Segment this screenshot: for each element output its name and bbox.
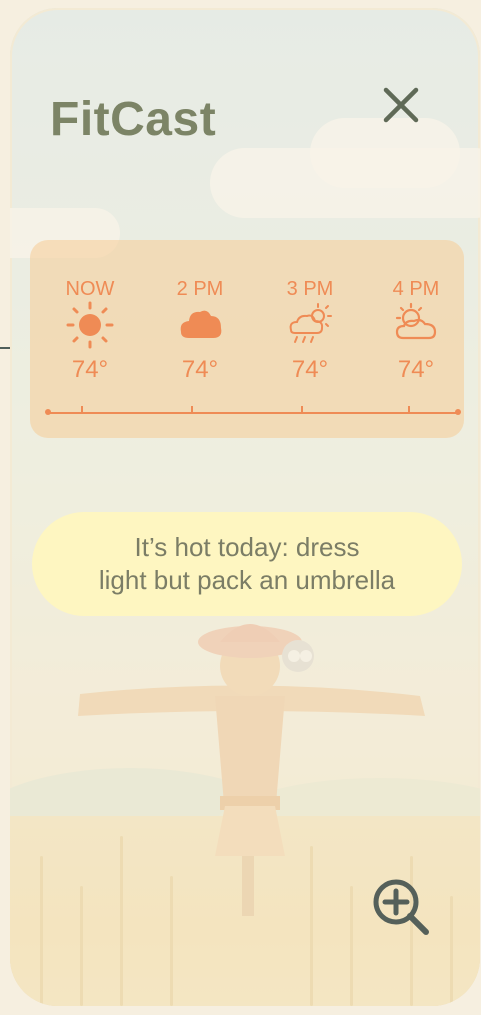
hour-label: 3 PM (286, 278, 334, 300)
partly-cloudy-icon (395, 302, 437, 340)
tip-line-2: light but pack an umbrella (98, 565, 396, 595)
hour-temp: 74° (397, 356, 435, 383)
hour-temp: 74° (291, 356, 329, 383)
hour-label: 4 PM (392, 278, 440, 300)
zoom-button[interactable] (370, 876, 434, 940)
hour-temp: 74° (71, 356, 109, 383)
forecast-timeline (45, 406, 461, 415)
app-title: FitCast (50, 93, 217, 146)
close-icon (383, 87, 419, 123)
sun-icon (66, 301, 114, 349)
outfit-tip-bubble: It’s hot today: dress light but pack an … (32, 512, 462, 616)
cloud-icon (180, 310, 222, 338)
close-button[interactable] (378, 82, 424, 128)
phone-screen: FitCast NOW 74° 2 PM 74° 3 PM 74° 4 PM 7… (10, 8, 480, 1006)
hour-label: NOW (65, 278, 115, 300)
hourly-forecast-card: NOW 74° 2 PM 74° 3 PM 74° 4 PM 74° (30, 240, 464, 438)
zoom-in-icon (373, 879, 429, 935)
hour-temp: 74° (181, 356, 219, 383)
hour-label: 2 PM (176, 278, 224, 300)
tip-line-1: It’s hot today: dress (134, 532, 360, 562)
sun-cloud-rain-icon (289, 303, 332, 343)
